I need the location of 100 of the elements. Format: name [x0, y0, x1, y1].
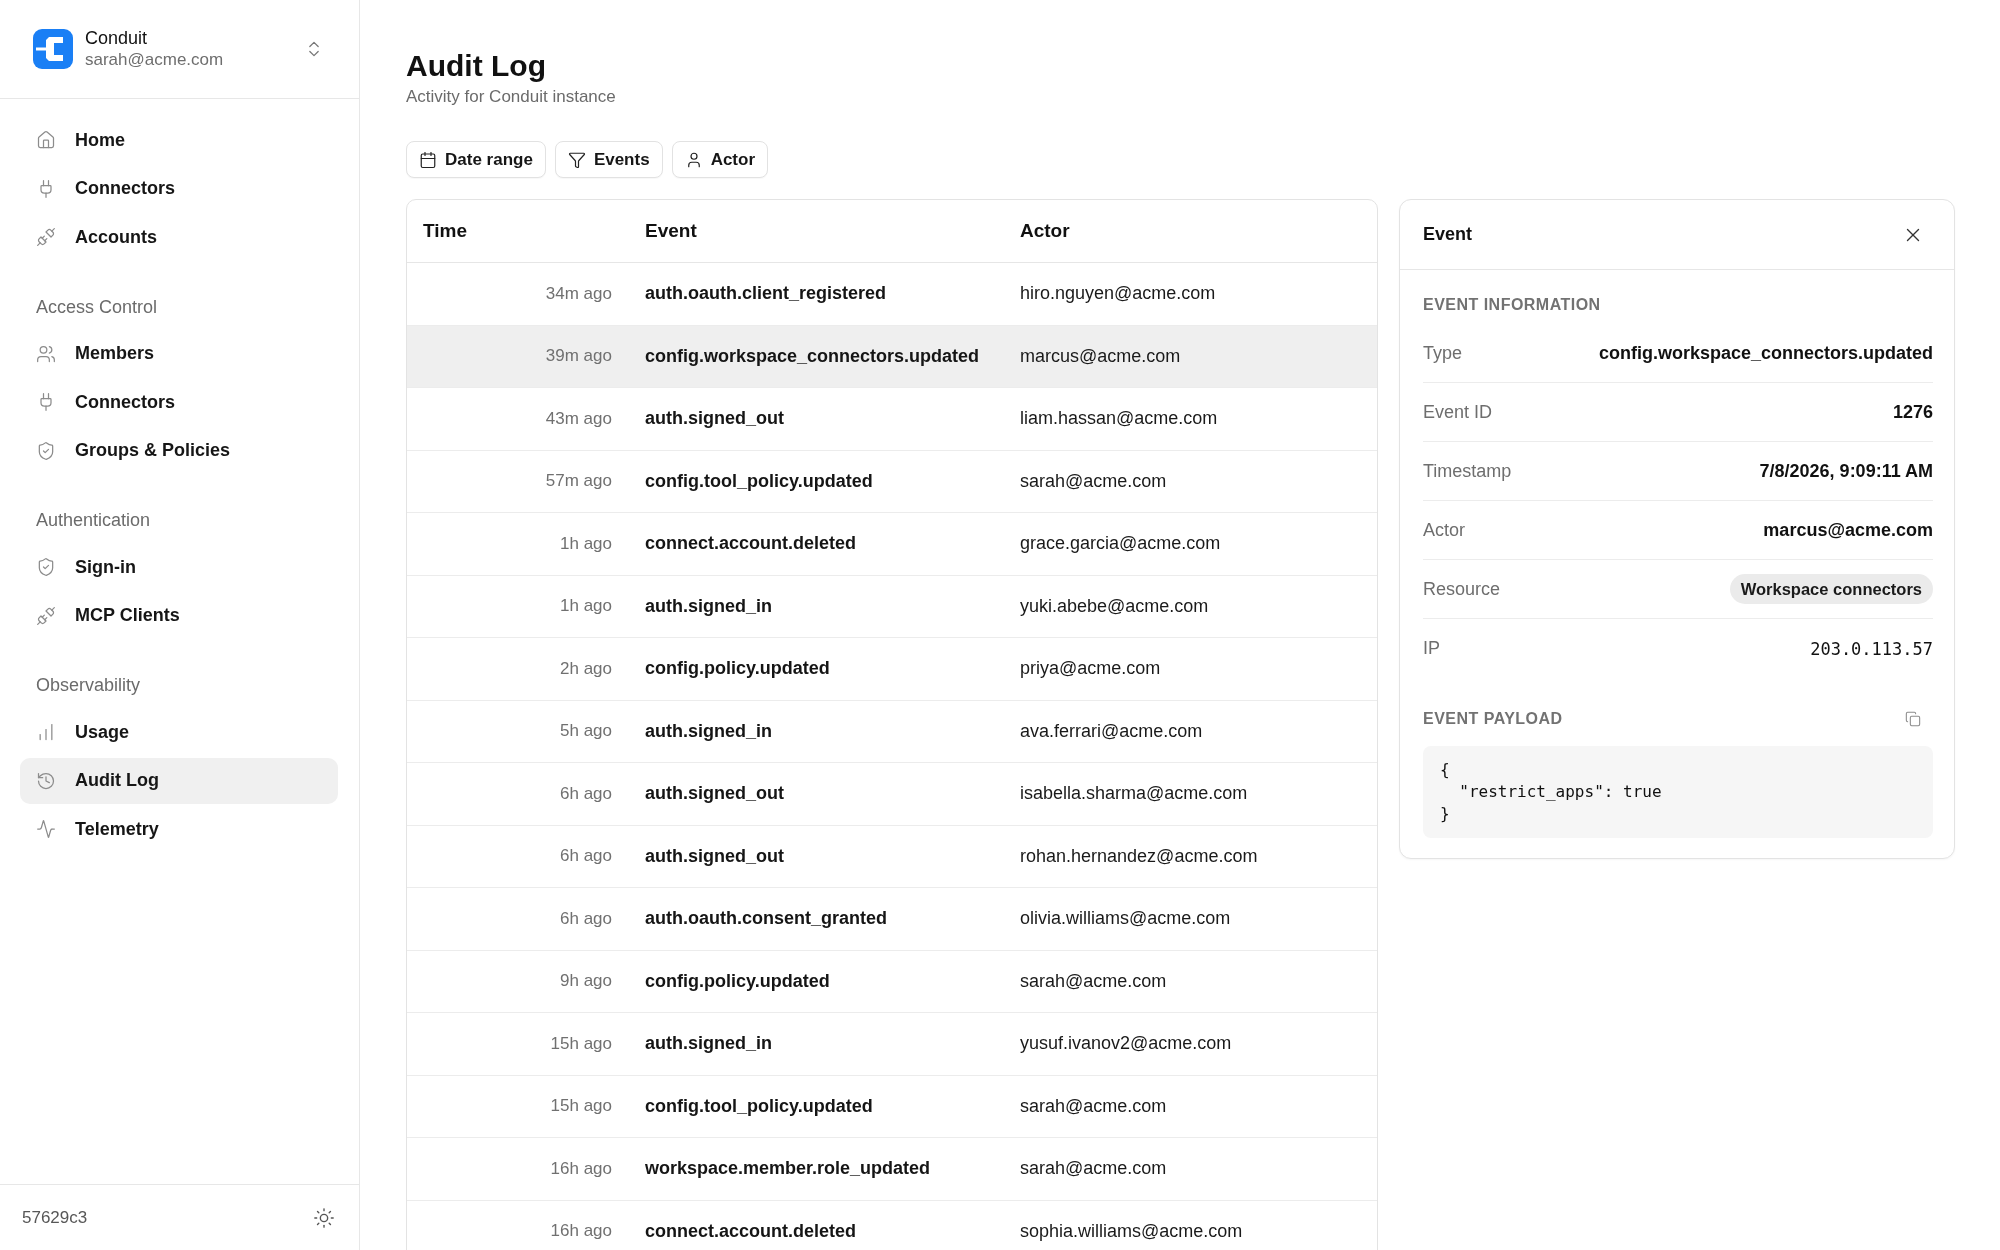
- table-cell-text: config.policy.updated: [644, 970, 831, 992]
- field-label: Timestamp: [1423, 460, 1512, 482]
- nav-section-title: Authentication: [35, 509, 152, 532]
- sidebar-item[interactable]: Groups & Policies: [20, 427, 338, 474]
- calendar-icon: [419, 150, 437, 169]
- sidebar-item[interactable]: Audit Log: [20, 757, 338, 804]
- build-version: 57629c3: [22, 1207, 88, 1228]
- sun-icon[interactable]: [313, 1206, 335, 1229]
- section-title: EVENT PAYLOAD: [1423, 709, 1563, 729]
- table-cell-text: 34m ago: [544, 283, 613, 304]
- table-cell-text: config.tool_policy.updated: [644, 1095, 874, 1117]
- column-header: Time: [422, 220, 468, 242]
- table-cell-text: config.tool_policy.updated: [644, 470, 874, 492]
- table-cell-text: sarah@acme.com: [1019, 970, 1168, 992]
- filter-icon: [567, 150, 586, 169]
- field-value: 203.0.113.57: [1810, 638, 1933, 659]
- payload-code: { "restrict_apps": true }: [1423, 746, 1933, 838]
- table-cell-text: auth.signed_out: [644, 845, 785, 867]
- sidebar-item[interactable]: Sign-in: [20, 544, 338, 590]
- table-cell-text: auth.signed_in: [644, 595, 773, 617]
- field-label: Event ID: [1423, 401, 1493, 423]
- table-cell-text: auth.signed_out: [644, 783, 785, 805]
- table-cell-text: auth.signed_out: [644, 408, 785, 430]
- table-cell-text: marcus@acme.com: [1019, 345, 1182, 367]
- table-cell-text: 15h ago: [549, 1033, 613, 1054]
- table-cell-text: 1h ago: [559, 596, 613, 617]
- field-label: Type: [1423, 342, 1463, 364]
- sidebar-item[interactable]: Connectors: [20, 379, 338, 425]
- table-cell-text: 9h ago: [559, 971, 613, 992]
- sidebar-item[interactable]: MCP Clients: [20, 592, 338, 639]
- shield-check-icon: [36, 557, 56, 577]
- field-value: 7/8/2026, 9:09:11 AM: [1759, 460, 1933, 482]
- field-value: 1276: [1892, 401, 1933, 423]
- table-cell-text: 6h ago: [559, 908, 613, 929]
- table-cell-text: 1h ago: [559, 533, 613, 554]
- table-cell-text: sarah@acme.com: [1019, 1158, 1168, 1180]
- workspace-name: Conduit: [85, 27, 148, 49]
- unplug-icon: [36, 227, 56, 247]
- table-cell-text: 6h ago: [559, 846, 613, 867]
- app-logo: [33, 29, 73, 69]
- resource-tag: Workspace connectors: [1729, 574, 1933, 604]
- table-cell-text: auth.oauth.consent_granted: [644, 908, 888, 930]
- field-value: config.workspace_connectors.updated: [1598, 342, 1933, 364]
- table-cell-text: config.policy.updated: [644, 658, 831, 680]
- table-cell-text: 57m ago: [544, 471, 613, 492]
- house-icon: [36, 130, 56, 150]
- table-cell-text: sophia.williams@acme.com: [1019, 1220, 1244, 1242]
- field-value: marcus@acme.com: [1763, 519, 1933, 541]
- table-cell-text: rohan.hernandez@acme.com: [1019, 845, 1259, 867]
- table-cell-text: connect.account.deleted: [644, 1220, 858, 1242]
- table-cell-text: ava.ferrari@acme.com: [1019, 720, 1204, 742]
- page-subtitle: Activity for Conduit instance: [406, 86, 616, 108]
- table-cell-text: sarah@acme.com: [1019, 470, 1168, 492]
- table-cell-text: yuki.abebe@acme.com: [1019, 595, 1210, 617]
- page-title: Audit Log: [406, 48, 546, 84]
- table-cell-text: 16h ago: [549, 1158, 613, 1179]
- table-cell-text: workspace.member.role_updated: [644, 1158, 932, 1180]
- people-icon: [36, 343, 56, 364]
- sidebar-item[interactable]: Connectors: [20, 165, 338, 212]
- table-cell-text: isabella.sharma@acme.com: [1019, 783, 1249, 805]
- filter-button[interactable]: Events: [554, 141, 663, 178]
- shield-check-icon: [36, 440, 56, 461]
- pulse-icon: [36, 819, 56, 839]
- column-header: Actor: [1019, 220, 1071, 242]
- copy-icon[interactable]: [1905, 711, 1921, 727]
- table-cell-text: 15h ago: [549, 1096, 613, 1117]
- sidebar-item[interactable]: Home: [20, 117, 338, 163]
- table-cell-text: 16h ago: [549, 1221, 613, 1242]
- account-email: sarah@acme.com: [85, 49, 224, 71]
- table-cell-text: 5h ago: [559, 721, 613, 742]
- table-cell-text: auth.signed_in: [644, 720, 773, 742]
- filter-button[interactable]: Actor: [671, 141, 769, 178]
- table-cell-text: connect.account.deleted: [644, 533, 858, 555]
- nav-section-title: Access Control: [35, 295, 159, 319]
- table-cell-text: auth.oauth.client_registered: [644, 283, 888, 305]
- table-cell-text: grace.garcia@acme.com: [1019, 533, 1222, 555]
- table-cell-text: auth.signed_in: [644, 1033, 773, 1055]
- nav-section-title: Observability: [35, 674, 142, 697]
- panel-title: Event: [1423, 224, 1473, 245]
- field-label: IP: [1423, 638, 1440, 659]
- column-header: Event: [644, 220, 698, 242]
- filter-button[interactable]: Date range: [406, 141, 546, 178]
- unplug-icon: [36, 605, 56, 626]
- table-cell-text: sarah@acme.com: [1019, 1095, 1168, 1117]
- field-label: Actor: [1423, 519, 1465, 541]
- sidebar-item[interactable]: Members: [20, 330, 338, 377]
- table-cell-text: priya@acme.com: [1019, 658, 1162, 680]
- field-label: Resource: [1423, 578, 1501, 600]
- table-cell-text: 6h ago: [559, 783, 613, 804]
- table-cell-text: hiro.nguyen@acme.com: [1019, 283, 1217, 305]
- table-cell-text: 39m ago: [544, 346, 613, 367]
- sidebar-item[interactable]: Accounts: [20, 214, 338, 260]
- table-cell-text: 43m ago: [544, 408, 613, 429]
- sidebar-item[interactable]: Telemetry: [20, 806, 338, 852]
- sidebar-item[interactable]: Usage: [20, 709, 338, 755]
- table-cell-text: config.workspace_connectors.updated: [644, 345, 981, 367]
- table-cell-text: yusuf.ivanov2@acme.com: [1019, 1033, 1233, 1055]
- table-row[interactable]: 39m ago config.workspace_connectors.updated marcus@acme.com: [407, 325, 1377, 388]
- table-cell-text: liam.hassan@acme.com: [1019, 408, 1219, 430]
- history-icon: [36, 770, 56, 791]
